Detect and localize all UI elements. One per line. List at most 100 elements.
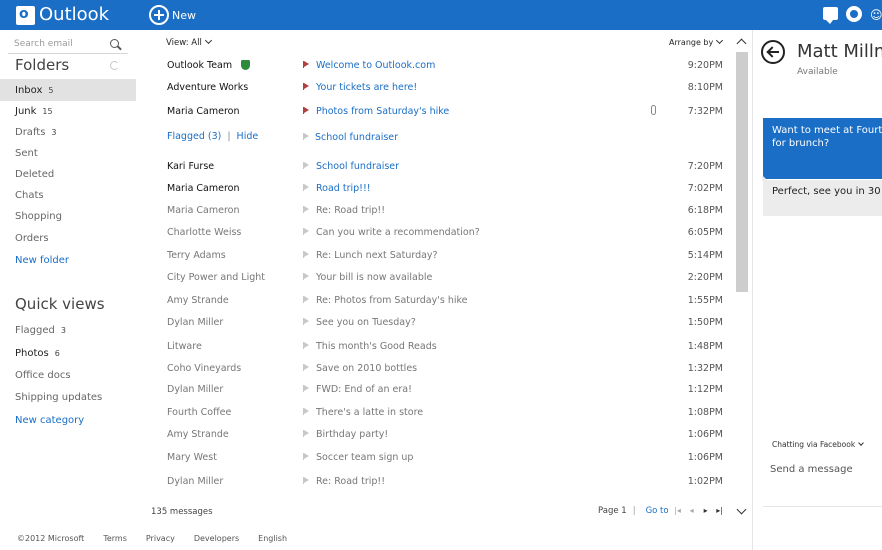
search-icon[interactable] bbox=[110, 39, 119, 48]
message-subject: Re: Lunch next Saturday? bbox=[316, 250, 438, 261]
message-row[interactable]: Terry Adams Re: Lunch next Saturday? 5:1… bbox=[166, 245, 726, 267]
message-subject: School fundraiser bbox=[316, 161, 400, 172]
flag-icon[interactable] bbox=[303, 162, 309, 169]
message-row[interactable]: Maria Cameron Re: Road trip!! 6:18PM bbox=[166, 200, 726, 222]
quick-view-label: Flagged bbox=[15, 324, 55, 336]
message-row[interactable]: Maria Cameron Photos from Saturday's hik… bbox=[166, 101, 726, 123]
flag-icon[interactable] bbox=[303, 430, 309, 437]
message-subject: Re: Photos from Saturday's hike bbox=[316, 295, 468, 306]
message-time: 1:50PM bbox=[687, 317, 723, 328]
message-row[interactable]: Dylan Miller FWD: End of an era! 1:12PM bbox=[166, 379, 726, 401]
chevron-down-icon bbox=[716, 36, 724, 45]
message-sender: City Power and Light bbox=[167, 272, 265, 283]
flag-icon[interactable] bbox=[303, 228, 309, 235]
view-filter-dropdown[interactable]: View: All bbox=[166, 36, 212, 48]
last-page-icon[interactable]: ▸| bbox=[715, 506, 725, 516]
message-sender: Maria Cameron bbox=[167, 106, 240, 117]
flag-icon[interactable] bbox=[303, 408, 309, 415]
flag-icon[interactable] bbox=[303, 318, 309, 325]
quick-view-flagged[interactable]: Flagged 3 bbox=[0, 319, 136, 341]
scrollbar-thumb[interactable] bbox=[736, 52, 748, 292]
back-arrow-icon[interactable] bbox=[761, 40, 785, 64]
message-row[interactable]: Fourth Coffee There's a latte in store 1… bbox=[166, 402, 726, 424]
developers-link[interactable]: Developers bbox=[194, 534, 239, 543]
scroll-up-button[interactable] bbox=[736, 36, 746, 46]
flag-icon[interactable] bbox=[303, 453, 309, 460]
new-category-link[interactable]: New category bbox=[0, 409, 136, 431]
flagged-count-link[interactable]: Flagged (3) bbox=[167, 131, 221, 142]
folder-junk[interactable]: Junk 15 bbox=[0, 100, 136, 122]
gear-icon[interactable] bbox=[846, 6, 862, 22]
flag-icon[interactable] bbox=[303, 364, 309, 371]
flag-icon[interactable] bbox=[303, 342, 309, 349]
message-row[interactable]: Litware This month's Good Reads 1:48PM bbox=[166, 336, 726, 358]
folder-sent[interactable]: Sent bbox=[0, 142, 136, 164]
new-folder-link[interactable]: New folder bbox=[0, 249, 136, 271]
flag-icon[interactable] bbox=[303, 385, 309, 392]
send-message-input[interactable] bbox=[770, 460, 882, 478]
message-sender: Maria Cameron bbox=[167, 205, 240, 216]
message-row[interactable]: Kari Furse School fundraiser 7:20PM bbox=[166, 156, 726, 178]
first-page-icon[interactable]: |◂ bbox=[673, 506, 683, 516]
flag-icon[interactable] bbox=[303, 273, 309, 280]
message-time: 9:20PM bbox=[687, 60, 723, 71]
scroll-down-button[interactable] bbox=[736, 506, 746, 516]
folder-shopping[interactable]: Shopping bbox=[0, 205, 136, 227]
folder-chats[interactable]: Chats bbox=[0, 184, 136, 206]
chat-network-dropdown[interactable]: Chatting via Facebook bbox=[772, 440, 865, 449]
message-time: 7:32PM bbox=[687, 106, 723, 117]
folder-drafts[interactable]: Drafts 3 bbox=[0, 121, 136, 143]
message-subject: This month's Good Reads bbox=[316, 341, 437, 352]
flag-icon[interactable] bbox=[303, 206, 309, 213]
outlook-logo[interactable]: Outlook bbox=[16, 5, 109, 25]
account-icon[interactable]: ☺ bbox=[870, 7, 882, 23]
messaging-icon[interactable] bbox=[823, 7, 838, 24]
quick-view-office-docs[interactable]: Office docs bbox=[0, 364, 136, 386]
message-sender: Maria Cameron bbox=[167, 183, 240, 194]
flagged-preview-subject[interactable]: School fundraiser bbox=[315, 132, 398, 143]
message-row[interactable]: Mary West Soccer team sign up 1:06PM bbox=[166, 447, 726, 469]
next-page-icon[interactable]: ▸ bbox=[701, 506, 711, 516]
message-row[interactable]: Amy Strande Re: Photos from Saturday's h… bbox=[166, 290, 726, 312]
language-link[interactable]: English bbox=[258, 534, 287, 543]
privacy-link[interactable]: Privacy bbox=[146, 534, 175, 543]
message-row[interactable]: Coho Vineyards Save on 2010 bottles 1:32… bbox=[166, 358, 726, 380]
message-time: 7:02PM bbox=[687, 183, 723, 194]
message-row[interactable]: Outlook Team Welcome to Outlook.com 9:20… bbox=[166, 55, 726, 77]
arrange-by-dropdown[interactable]: Arrange by bbox=[669, 36, 724, 47]
message-row[interactable]: Dylan Miller Re: Road trip!! 1:02PM bbox=[166, 471, 726, 493]
message-row[interactable]: Amy Strande Birthday party! 1:06PM bbox=[166, 424, 726, 446]
quick-view-count: 3 bbox=[60, 325, 66, 335]
go-to-page-link[interactable]: Go to bbox=[646, 506, 669, 516]
quick-view-shipping-updates[interactable]: Shipping updates bbox=[0, 386, 136, 408]
search-input[interactable] bbox=[8, 38, 108, 49]
message-row[interactable]: Charlotte Weiss Can you write a recommen… bbox=[166, 222, 726, 244]
flag-icon[interactable] bbox=[303, 107, 309, 114]
flag-icon[interactable] bbox=[303, 296, 309, 303]
flag-icon[interactable] bbox=[303, 251, 309, 258]
message-row[interactable]: Maria Cameron Road trip!!! 7:02PM bbox=[166, 178, 726, 200]
message-time: 5:14PM bbox=[687, 250, 723, 261]
incoming-chat-message: Want to meet at Fourt for brunch? bbox=[763, 118, 882, 179]
refresh-icon[interactable] bbox=[110, 61, 119, 70]
message-subject: Re: Road trip!! bbox=[316, 476, 386, 487]
message-row[interactable]: Dylan Miller See you on Tuesday? 1:50PM bbox=[166, 312, 726, 334]
new-button[interactable]: New bbox=[149, 5, 196, 25]
message-time: 7:20PM bbox=[687, 161, 723, 172]
terms-link[interactable]: Terms bbox=[103, 534, 127, 543]
flag-icon[interactable] bbox=[303, 61, 309, 68]
message-sender: Dylan Miller bbox=[167, 384, 224, 395]
flag-icon[interactable] bbox=[303, 83, 309, 90]
message-row[interactable]: City Power and Light Your bill is now av… bbox=[166, 267, 726, 289]
previous-page-icon[interactable]: ◂ bbox=[687, 506, 697, 516]
folder-orders[interactable]: Orders bbox=[0, 227, 136, 249]
quick-view-photos[interactable]: Photos 6 bbox=[0, 342, 136, 364]
copyright-text: ©2012 Microsoft bbox=[17, 534, 85, 543]
message-row[interactable]: Adventure Works Your tickets are here! 8… bbox=[166, 77, 726, 99]
chevron-down-icon bbox=[204, 36, 212, 45]
hide-flagged-link[interactable]: Hide bbox=[237, 131, 259, 142]
folder-inbox[interactable]: Inbox 5 bbox=[0, 79, 136, 101]
flag-icon[interactable] bbox=[303, 477, 309, 484]
flag-icon[interactable] bbox=[303, 184, 309, 191]
folder-deleted[interactable]: Deleted bbox=[0, 163, 136, 185]
